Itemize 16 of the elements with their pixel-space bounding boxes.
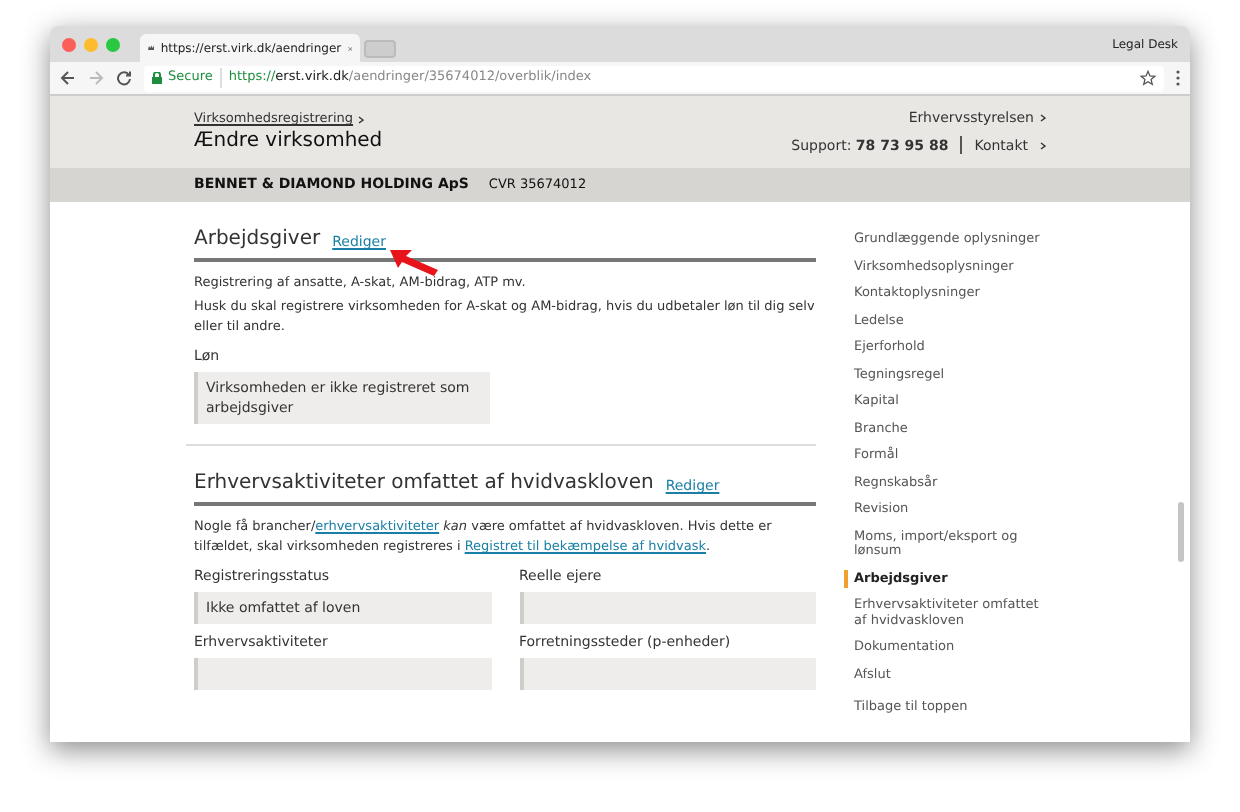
page-title: Ændre virksomhed — [194, 129, 383, 154]
new-tab-button[interactable] — [364, 40, 396, 58]
close-window-icon[interactable] — [62, 37, 76, 51]
chevron-right-icon — [357, 116, 364, 124]
minimize-window-icon[interactable] — [84, 37, 98, 51]
forward-icon[interactable] — [88, 70, 104, 86]
chevron-right-icon — [1040, 141, 1046, 150]
bookmark-star-icon[interactable] — [1140, 70, 1156, 86]
chevron-right-icon — [1040, 114, 1046, 123]
lock-icon — [152, 72, 162, 84]
section-title: Arbejdsgiver — [194, 226, 321, 254]
maximize-window-icon[interactable] — [106, 37, 120, 51]
reload-icon[interactable] — [116, 70, 132, 86]
back-icon[interactable] — [60, 70, 76, 86]
section-title: Erhvervsaktiviteter omfattet af hvidvaskloven — [194, 470, 654, 498]
scrollbar-thumb[interactable] — [1178, 502, 1184, 562]
